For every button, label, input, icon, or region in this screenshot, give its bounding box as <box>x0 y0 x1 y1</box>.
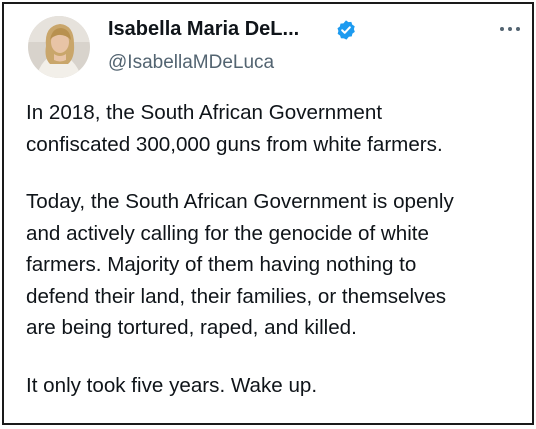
tweet-line: It only took five years. Wake up. <box>26 373 318 397</box>
author-handle[interactable]: @IsabellaMDeLuca <box>108 52 274 74</box>
tweet-paragraph: It only took five years. Wake up. <box>26 370 526 402</box>
avatar[interactable] <box>28 16 90 78</box>
tweet-line: In 2018, the South African Government <box>26 101 383 124</box>
tweet-line: confiscated 300,000 guns from white farm… <box>26 132 443 156</box>
tweet-text: In 2018, the South African Government co… <box>26 97 526 401</box>
more-options-icon[interactable] <box>498 24 522 34</box>
tweet-line: farmers. Majority of them having nothing… <box>26 253 417 276</box>
author-display-name[interactable]: Isabella Maria DeL... <box>108 18 299 41</box>
tweet-paragraph: In 2018, the South African Government co… <box>26 97 526 160</box>
tweet-line: defend their land, their families, or th… <box>26 284 447 308</box>
tweet-card: Isabella Maria DeL... @IsabellaMDeLuca I… <box>2 2 534 425</box>
tweet-paragraph: Today, the South African Government is o… <box>26 186 526 344</box>
verified-badge-icon <box>337 20 355 40</box>
tweet-line: Today, the South African Government is o… <box>26 190 454 213</box>
tweet-line: and actively calling for the genocide of… <box>26 221 429 245</box>
tweet-line: are being tortured, raped, and killed. <box>26 316 357 339</box>
profile-photo-icon <box>28 16 90 78</box>
